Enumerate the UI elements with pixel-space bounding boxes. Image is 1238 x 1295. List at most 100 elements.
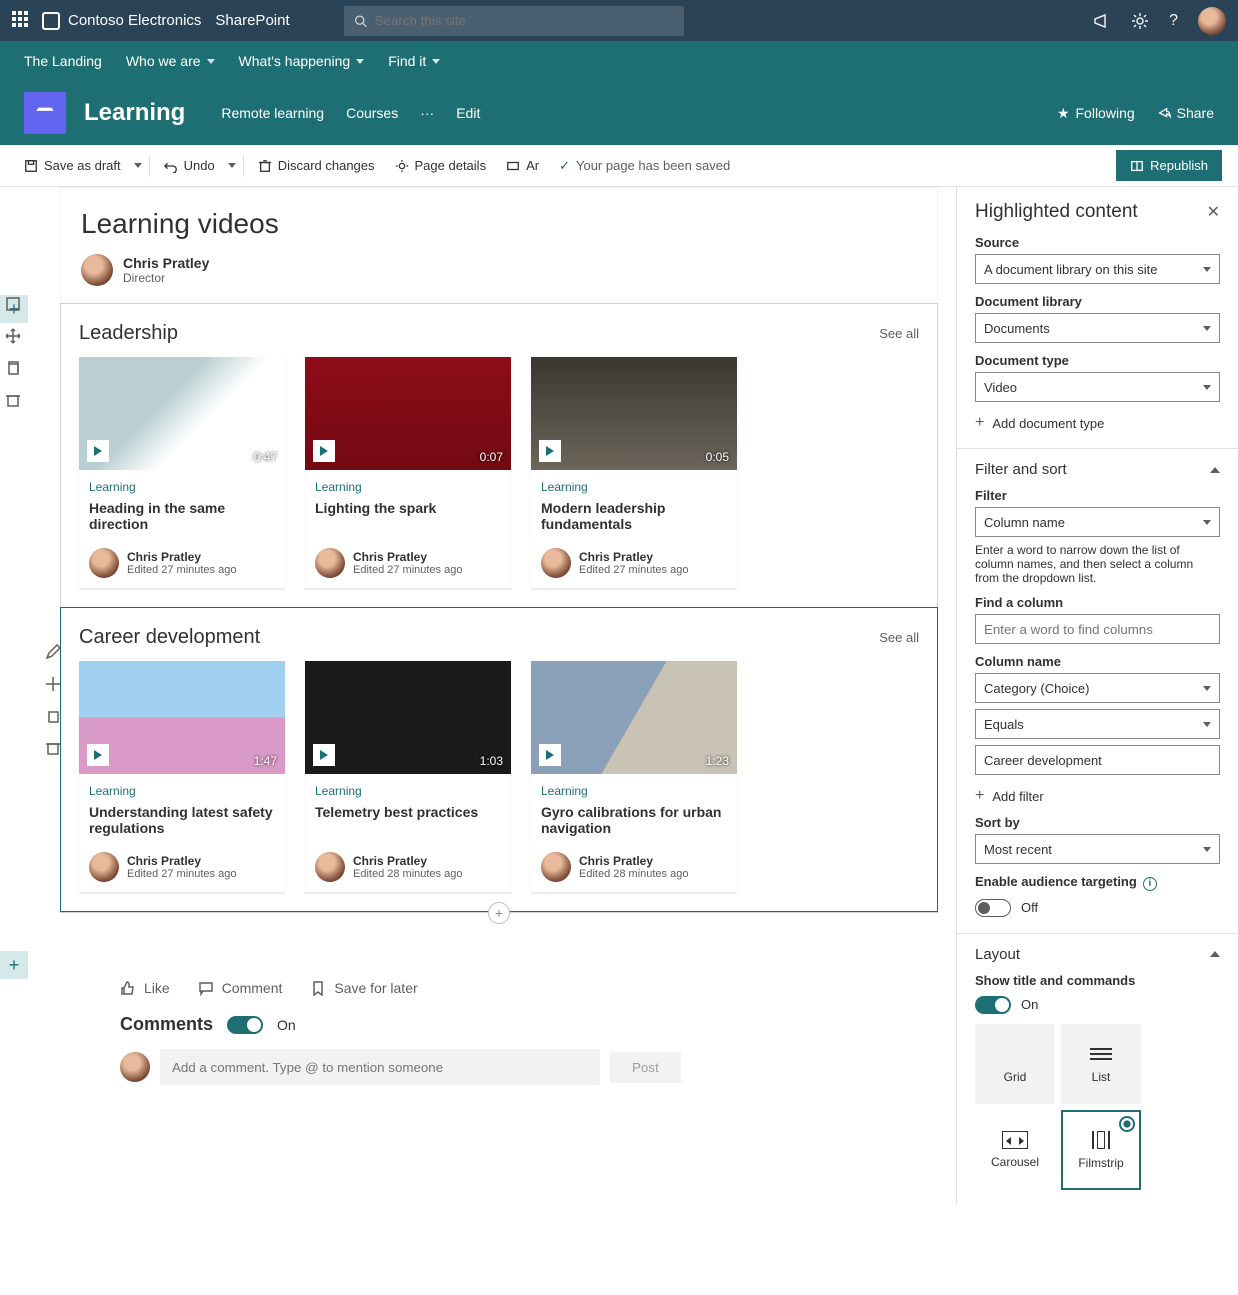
layout-filmstrip[interactable]: Filmstrip xyxy=(1061,1110,1141,1190)
site-logo[interactable] xyxy=(24,92,66,134)
layout-grid[interactable]: Grid xyxy=(975,1024,1055,1104)
copy-icon[interactable] xyxy=(44,707,62,725)
like-button[interactable]: Like xyxy=(120,980,170,996)
showtitle-label: Show title and commands xyxy=(975,973,1220,988)
doctype-select[interactable]: Video xyxy=(975,372,1220,402)
source-select[interactable]: A document library on this site xyxy=(975,254,1220,284)
see-all-link[interactable]: See all xyxy=(879,326,919,341)
showtitle-toggle[interactable] xyxy=(975,996,1011,1014)
copy-icon[interactable] xyxy=(4,359,22,377)
close-panel-button[interactable]: ✕ xyxy=(1207,202,1220,222)
ar-button[interactable]: Ar xyxy=(498,154,547,177)
site-header: Learning Remote learning Courses ··· Edi… xyxy=(0,81,1238,145)
add-section-button[interactable]: + xyxy=(0,951,28,979)
tab-courses[interactable]: Courses xyxy=(346,105,398,121)
save-later-button[interactable]: Save for later xyxy=(310,980,417,996)
filter-label: Filter xyxy=(975,488,1220,503)
move-icon[interactable] xyxy=(4,327,22,345)
colname-select[interactable]: Category (Choice) xyxy=(975,673,1220,703)
user-avatar[interactable] xyxy=(1198,7,1226,35)
undo-button[interactable]: Undo xyxy=(156,154,223,177)
comment-button[interactable]: Comment xyxy=(198,980,283,996)
nav-landing[interactable]: The Landing xyxy=(24,53,102,69)
app-name[interactable]: SharePoint xyxy=(215,12,289,29)
app-launcher-icon[interactable] xyxy=(12,11,32,31)
share-button[interactable]: Share xyxy=(1157,105,1214,121)
post-button[interactable]: Post xyxy=(610,1052,681,1083)
card-author: Chris Pratley xyxy=(353,550,462,564)
chevron-down-icon xyxy=(1203,326,1211,331)
delete-icon[interactable] xyxy=(4,391,22,409)
brand: Contoso Electronics xyxy=(42,12,201,30)
save-split-button[interactable] xyxy=(133,163,143,168)
tab-edit[interactable]: Edit xyxy=(456,105,480,121)
layout-carousel[interactable]: Carousel xyxy=(975,1110,1055,1190)
republish-button[interactable]: Republish xyxy=(1116,150,1222,181)
doclib-select[interactable]: Documents xyxy=(975,313,1220,343)
site-name[interactable]: Learning xyxy=(84,99,185,127)
add-doctype-button[interactable]: +Add document type xyxy=(975,414,1220,432)
tab-remote-learning[interactable]: Remote learning xyxy=(221,105,324,121)
video-card[interactable]: 0:05 Learning Modern leadership fundamen… xyxy=(531,357,737,589)
nav-whats-happening[interactable]: What's happening xyxy=(239,53,365,69)
video-card[interactable]: 1:23 Learning Gyro calibrations for urba… xyxy=(531,661,737,893)
tab-more[interactable]: ··· xyxy=(420,105,434,121)
chevron-down-icon xyxy=(1203,686,1211,691)
doctype-label: Document type xyxy=(975,353,1220,368)
following-button[interactable]: ★ Following xyxy=(1057,105,1135,122)
layout-list[interactable]: List xyxy=(1061,1024,1141,1104)
add-filter-button[interactable]: +Add filter xyxy=(975,787,1220,805)
search-box[interactable] xyxy=(344,6,684,36)
nav-who-we-are[interactable]: Who we are xyxy=(126,53,215,69)
chevron-up-icon xyxy=(1210,467,1220,473)
layout-header[interactable]: Layout xyxy=(975,946,1220,963)
card-avatar xyxy=(315,852,345,882)
save-draft-button[interactable]: Save as draft xyxy=(16,154,129,177)
gear-icon[interactable] xyxy=(1131,12,1149,30)
author-avatar[interactable] xyxy=(81,254,113,286)
webpart-toolbar xyxy=(44,643,62,757)
comments-toggle[interactable] xyxy=(227,1016,263,1034)
play-icon xyxy=(87,440,109,462)
add-webpart-button[interactable]: + xyxy=(488,902,510,924)
nav-find-it[interactable]: Find it xyxy=(388,53,440,69)
page-details-button[interactable]: Page details xyxy=(387,154,495,177)
webpart-section[interactable]: Career development See all 1:47 Learning… xyxy=(60,607,938,912)
edit-icon[interactable] xyxy=(4,295,22,313)
page-header: Learning videos Chris Pratley Director xyxy=(60,187,938,304)
filter-sort-header[interactable]: Filter and sort xyxy=(975,461,1220,478)
video-card[interactable]: 1:47 Learning Understanding latest safet… xyxy=(79,661,285,893)
help-icon[interactable]: ? xyxy=(1169,12,1178,30)
video-card[interactable]: 0:47 Learning Heading in the same direct… xyxy=(79,357,285,589)
section-title: Career development xyxy=(79,626,260,649)
discard-button[interactable]: Discard changes xyxy=(250,154,383,177)
filter-value-select[interactable]: Career development xyxy=(975,745,1220,775)
colname-label: Column name xyxy=(975,654,1220,669)
undo-split-button[interactable] xyxy=(227,163,237,168)
search-input[interactable] xyxy=(375,13,674,28)
info-icon[interactable]: i xyxy=(1143,877,1157,891)
megaphone-icon[interactable] xyxy=(1093,12,1111,30)
comment-input[interactable] xyxy=(160,1049,600,1085)
like-icon xyxy=(120,980,136,996)
see-all-link[interactable]: See all xyxy=(879,630,919,645)
share-icon xyxy=(1157,106,1171,120)
move-icon[interactable] xyxy=(44,675,62,693)
delete-icon[interactable] xyxy=(44,739,62,757)
filter-select[interactable]: Column name xyxy=(975,507,1220,537)
showtitle-state: On xyxy=(1021,997,1038,1012)
video-thumbnail: 1:23 xyxy=(531,661,737,774)
operator-select[interactable]: Equals xyxy=(975,709,1220,739)
page-title[interactable]: Learning videos xyxy=(81,208,917,240)
comment-avatar xyxy=(120,1052,150,1082)
video-card[interactable]: 0:07 Learning Lighting the spark Chris P… xyxy=(305,357,511,589)
sortby-select[interactable]: Most recent xyxy=(975,834,1220,864)
chevron-down-icon xyxy=(356,59,364,64)
video-card[interactable]: 1:03 Learning Telemetry best practices C… xyxy=(305,661,511,893)
audience-toggle[interactable] xyxy=(975,899,1011,917)
edit-icon[interactable] xyxy=(44,643,62,661)
social-bar: Like Comment Save for later xyxy=(120,980,956,996)
findcol-input[interactable] xyxy=(975,614,1220,644)
video-thumbnail: 1:03 xyxy=(305,661,511,774)
webpart-section[interactable]: Leadership See all 0:47 Learning Heading… xyxy=(60,303,938,608)
